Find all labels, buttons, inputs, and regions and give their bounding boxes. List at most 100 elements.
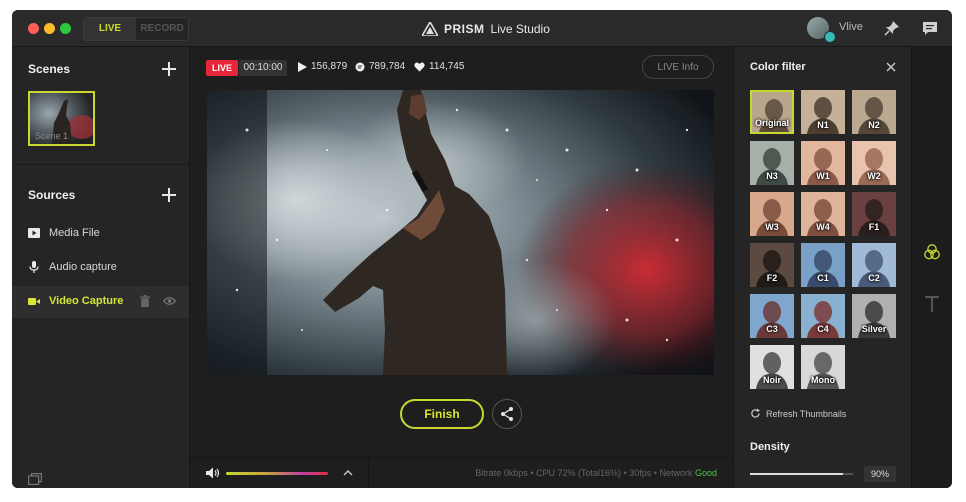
maximize-window-button[interactable] bbox=[60, 23, 71, 34]
comment-count-value: 789,784 bbox=[369, 61, 406, 72]
mode-switch: LIVE RECORD bbox=[83, 17, 189, 41]
separator: • bbox=[530, 468, 534, 478]
network-status: Good bbox=[694, 468, 717, 478]
filter-silver[interactable]: Silver bbox=[852, 294, 896, 338]
broadcast-timer: 00:10:00 bbox=[239, 60, 287, 76]
filter-label: N1 bbox=[817, 120, 829, 130]
finish-button[interactable]: Finish bbox=[400, 399, 484, 429]
multiview-icon[interactable] bbox=[28, 473, 42, 485]
filter-label: W3 bbox=[765, 222, 779, 232]
filter-f1[interactable]: F1 bbox=[852, 192, 896, 236]
like-count-value: 114,745 bbox=[429, 61, 465, 72]
refresh-icon bbox=[751, 408, 760, 418]
density-title: Density bbox=[750, 441, 790, 453]
divider bbox=[12, 164, 189, 165]
filter-c3[interactable]: C3 bbox=[750, 294, 794, 338]
volume-meter[interactable] bbox=[226, 472, 328, 475]
filter-label: Silver bbox=[861, 324, 887, 334]
comment-count: 789,784 bbox=[355, 61, 405, 72]
density-slider-remaining bbox=[843, 473, 853, 475]
close-icon[interactable] bbox=[886, 62, 896, 72]
density-slider[interactable] bbox=[750, 473, 843, 475]
separator: • bbox=[623, 468, 627, 478]
video-camera-icon bbox=[28, 298, 40, 305]
left-sidebar: Scenes Scene 1 Sources Media File Audio … bbox=[12, 47, 190, 488]
filter-label: W2 bbox=[867, 171, 881, 181]
divider bbox=[368, 458, 369, 488]
chevron-up-icon[interactable] bbox=[343, 468, 353, 478]
sources-title: Sources bbox=[28, 188, 76, 202]
microphone-icon bbox=[29, 261, 39, 273]
prism-logo-icon bbox=[422, 22, 438, 36]
refresh-thumbnails-button[interactable]: Refresh Thumbnails bbox=[750, 408, 846, 419]
filter-label: F1 bbox=[868, 222, 880, 232]
filter-w2[interactable]: W2 bbox=[852, 141, 896, 185]
view-count-value: 156,879 bbox=[311, 61, 348, 72]
mode-live-tab[interactable]: LIVE bbox=[84, 18, 136, 40]
bitrate-text: Bitrate 0kbps bbox=[475, 468, 528, 478]
source-item-audio-capture[interactable]: Audio capture bbox=[12, 252, 189, 284]
filter-n1[interactable]: N1 bbox=[801, 90, 845, 134]
scenes-title: Scenes bbox=[28, 62, 71, 76]
play-icon bbox=[298, 61, 307, 72]
username[interactable]: Vlive bbox=[839, 21, 863, 33]
brand-name: PRISM bbox=[444, 22, 485, 36]
filter-w1[interactable]: W1 bbox=[801, 141, 845, 185]
source-label: Video Capture bbox=[49, 295, 124, 307]
view-count: 156,879 bbox=[298, 61, 347, 72]
pin-icon[interactable] bbox=[884, 20, 900, 36]
filter-noir[interactable]: Noir bbox=[750, 345, 794, 389]
filter-label: C4 bbox=[817, 324, 829, 334]
filter-original[interactable]: Original bbox=[750, 90, 794, 134]
add-source-button[interactable] bbox=[162, 188, 176, 202]
filter-w4[interactable]: W4 bbox=[801, 192, 845, 236]
filter-label: Mono bbox=[811, 375, 835, 385]
filter-label: C2 bbox=[868, 273, 880, 283]
app-window: LIVE RECORD PRISM Live Studio Vlive Scen… bbox=[12, 10, 952, 488]
trash-icon[interactable] bbox=[140, 295, 150, 307]
live-info-button[interactable]: LIVE Info bbox=[642, 55, 714, 79]
color-filter-icon[interactable] bbox=[923, 243, 941, 261]
filter-w3[interactable]: W3 bbox=[750, 192, 794, 236]
minimize-window-button[interactable] bbox=[44, 23, 55, 34]
concert-image bbox=[207, 90, 714, 375]
filter-label: W1 bbox=[816, 171, 830, 181]
audio-status-bar: Bitrate 0kbps • CPU 72% (Total16%) • 30f… bbox=[190, 457, 733, 488]
mode-record-tab[interactable]: RECORD bbox=[136, 18, 188, 40]
filter-label: C3 bbox=[766, 324, 778, 334]
filter-label: W4 bbox=[816, 222, 830, 232]
platform-badge-icon bbox=[824, 31, 836, 43]
source-item-media-file[interactable]: Media File bbox=[12, 218, 189, 250]
color-filter-title: Color filter bbox=[750, 61, 806, 73]
filter-n2[interactable]: N2 bbox=[852, 90, 896, 134]
fps-text: 30fps bbox=[629, 468, 652, 478]
network-label: Network bbox=[659, 468, 693, 478]
filter-n3[interactable]: N3 bbox=[750, 141, 794, 185]
add-scene-button[interactable] bbox=[162, 62, 176, 76]
text-tool-icon[interactable] bbox=[923, 295, 941, 313]
volume-icon[interactable] bbox=[206, 467, 220, 479]
filter-c1[interactable]: C1 bbox=[801, 243, 845, 287]
video-preview[interactable] bbox=[207, 90, 714, 375]
filter-label: C1 bbox=[817, 273, 829, 283]
filter-mono[interactable]: Mono bbox=[801, 345, 845, 389]
filter-c4[interactable]: C4 bbox=[801, 294, 845, 338]
chat-icon[interactable] bbox=[922, 20, 938, 36]
filter-f2[interactable]: F2 bbox=[750, 243, 794, 287]
heart-icon bbox=[414, 62, 425, 71]
cpu-text: CPU 72% (Total16%) bbox=[535, 468, 622, 478]
close-window-button[interactable] bbox=[28, 23, 39, 34]
app-title: PRISM Live Studio bbox=[422, 20, 550, 38]
comment-icon bbox=[355, 62, 365, 71]
eye-icon[interactable] bbox=[163, 296, 176, 306]
density-value[interactable]: 90% bbox=[864, 466, 896, 482]
scene-thumbnail[interactable]: Scene 1 bbox=[28, 91, 95, 146]
refresh-label: Refresh Thumbnails bbox=[766, 408, 847, 419]
source-item-video-capture[interactable]: Video Capture bbox=[12, 286, 189, 318]
share-icon bbox=[501, 407, 513, 421]
separator: • bbox=[653, 468, 657, 478]
filter-label: N3 bbox=[766, 171, 778, 181]
filter-label: Original bbox=[754, 118, 789, 128]
share-button[interactable] bbox=[492, 399, 522, 429]
filter-c2[interactable]: C2 bbox=[852, 243, 896, 287]
